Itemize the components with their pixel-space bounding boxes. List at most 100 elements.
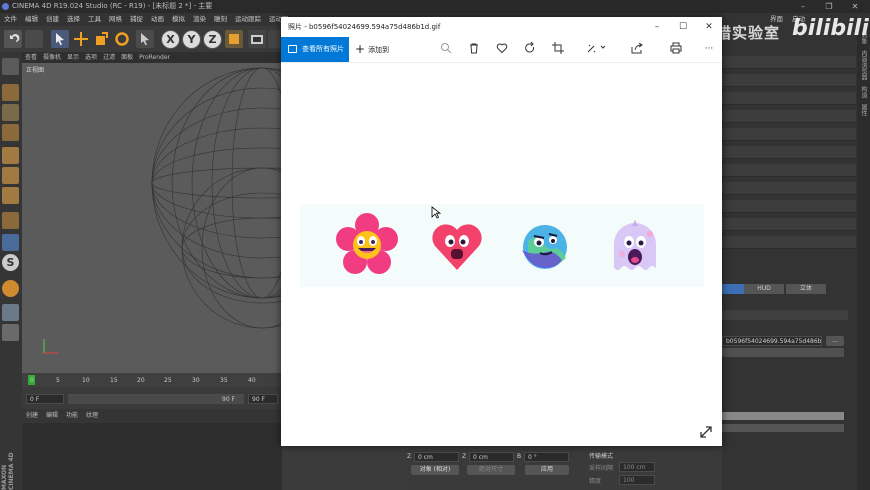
menu-render[interactable]: 渲染	[189, 13, 210, 26]
side-tab-content[interactable]: 内容浏览器	[859, 50, 868, 80]
coord-field-3[interactable]: 0 °	[524, 452, 569, 462]
edges-mode-icon[interactable]	[2, 167, 19, 184]
workplane-icon[interactable]	[2, 304, 19, 321]
attr-row	[722, 182, 856, 195]
side-tab-structure[interactable]: 构造	[859, 86, 868, 98]
rotate-icon[interactable]	[522, 41, 538, 57]
browse-button[interactable]: ...	[826, 336, 844, 346]
vp-menu-options[interactable]: 选项	[82, 52, 100, 63]
mouse-cursor-icon	[431, 206, 441, 219]
make-editable-icon[interactable]	[2, 58, 19, 75]
live-select-icon[interactable]	[136, 30, 154, 48]
dropdown[interactable]	[722, 348, 844, 357]
slider[interactable]	[722, 412, 844, 420]
redo-icon[interactable]	[25, 30, 43, 48]
menu-sculpt[interactable]: 雕刻	[210, 13, 231, 26]
points-mode-icon[interactable]	[2, 147, 19, 164]
polygons-mode-icon[interactable]	[2, 187, 19, 204]
vp-menu-display[interactable]: 显示	[64, 52, 82, 63]
viewport[interactable]: 正视图	[22, 63, 282, 373]
coord-field-1[interactable]: 0 cm	[414, 452, 459, 462]
coordinate-system-icon[interactable]	[225, 30, 243, 48]
mat-menu-edit[interactable]: 编辑	[42, 409, 62, 423]
attr-row	[722, 92, 856, 105]
snap-icon[interactable]: S	[2, 254, 19, 271]
mat-menu-texture[interactable]: 纹理	[82, 409, 102, 423]
menu-select[interactable]: 选择	[63, 13, 84, 26]
restore-icon[interactable]: ❐	[816, 0, 842, 13]
menu-simulate[interactable]: 模拟	[168, 13, 189, 26]
grid-icon[interactable]	[2, 324, 19, 341]
tab-stereo[interactable]: 立体	[786, 284, 826, 294]
menu-animate[interactable]: 动画	[147, 13, 168, 26]
zoom-icon[interactable]	[438, 42, 454, 57]
left-tool-palette: S MAXON CINEMA 4D	[0, 52, 22, 490]
precision-field[interactable]: 100	[619, 475, 655, 485]
file-path-field[interactable]: b0596f54024699.594a75d486b1d.g	[722, 336, 822, 346]
apply-button[interactable]: 应用	[525, 465, 569, 475]
vp-menu-filter[interactable]: 过滤	[100, 52, 118, 63]
dropdown[interactable]	[722, 424, 844, 432]
active-tab[interactable]	[722, 284, 744, 294]
photos-window: 照片 - b0596f54024699.594a75d486b1d.gif – …	[281, 17, 722, 446]
select-tool-icon[interactable]	[51, 30, 69, 48]
see-all-photos-button[interactable]: 查看所有照片	[281, 37, 349, 62]
scale-tool-icon[interactable]	[92, 30, 110, 48]
share-icon[interactable]	[629, 42, 645, 57]
favorite-icon[interactable]	[494, 42, 510, 57]
frame-start-field[interactable]: 0 F	[26, 394, 64, 404]
axis-mode-icon[interactable]	[2, 212, 19, 229]
delete-icon[interactable]	[466, 42, 482, 57]
vp-menu-panel[interactable]: 面板	[118, 52, 136, 63]
tab-hud[interactable]: HUD	[744, 284, 784, 294]
render-picture-icon[interactable]	[268, 30, 280, 48]
coord-field-2[interactable]: 0 cm	[469, 452, 514, 462]
move-tool-icon[interactable]	[72, 30, 90, 48]
menu-edit[interactable]: 编辑	[21, 13, 42, 26]
sample-interval-field[interactable]: 100 cm	[619, 462, 655, 472]
rotate-tool-icon[interactable]	[113, 30, 131, 48]
vp-menu-view[interactable]: 查看	[22, 52, 40, 63]
minimize-icon[interactable]: –	[790, 0, 816, 13]
fullscreen-icon[interactable]	[699, 425, 713, 442]
side-tab-attributes[interactable]: 属性	[859, 104, 868, 116]
solo-icon[interactable]	[2, 280, 19, 297]
menu-tracker[interactable]: 运动跟踪	[231, 13, 265, 26]
attr-row	[722, 74, 856, 87]
photos-minimize-icon[interactable]: –	[644, 17, 670, 37]
menu-mesh[interactable]: 网格	[105, 13, 126, 26]
viewport-menu: 查看 摄像机 显示 选项 过滤 面板 ProRender	[22, 52, 282, 63]
mat-menu-function[interactable]: 功能	[62, 409, 82, 423]
y-axis-lock-icon[interactable]: Y	[182, 30, 201, 49]
timeline-ruler[interactable]: 0 5 10 15 20 25 30 35 40	[22, 373, 282, 387]
tick-0: 0	[30, 377, 34, 384]
frame-range-slider[interactable]: 90 F	[68, 394, 244, 404]
crop-icon[interactable]	[550, 42, 566, 57]
mat-menu-create[interactable]: 创建	[22, 409, 42, 423]
add-to-button[interactable]: + 添加到	[355, 37, 389, 62]
x-axis-lock-icon[interactable]: X	[161, 30, 180, 49]
texture-mode-icon[interactable]	[2, 104, 19, 121]
object-mode-dropdown[interactable]: 对象 (相对)	[411, 465, 459, 475]
tweak-mode-icon[interactable]	[2, 234, 19, 251]
close-icon[interactable]: ✕	[842, 0, 868, 13]
size-mode-dropdown[interactable]: 绝对尺寸	[467, 465, 515, 475]
menu-create[interactable]: 创建	[42, 13, 63, 26]
more-icon[interactable]: ···	[701, 42, 717, 57]
photos-maximize-icon[interactable]: ☐	[670, 17, 696, 37]
menu-tools[interactable]: 工具	[84, 13, 105, 26]
workplane-mode-icon[interactable]	[2, 124, 19, 141]
render-view-icon[interactable]	[248, 30, 266, 48]
z-axis-lock-icon[interactable]: Z	[203, 30, 222, 49]
menu-file[interactable]: 文件	[0, 13, 21, 26]
vp-menu-camera[interactable]: 摄像机	[40, 52, 64, 63]
vp-menu-prorender[interactable]: ProRender	[136, 52, 173, 63]
undo-icon[interactable]	[4, 30, 22, 48]
attr-row	[722, 164, 856, 177]
edit-icon[interactable]	[586, 42, 608, 57]
model-mode-icon[interactable]	[2, 84, 19, 101]
frame-end-field[interactable]: 90 F	[248, 394, 278, 404]
print-icon[interactable]	[668, 42, 684, 57]
photos-close-icon[interactable]: ✕	[696, 17, 722, 37]
menu-snap[interactable]: 捕捉	[126, 13, 147, 26]
